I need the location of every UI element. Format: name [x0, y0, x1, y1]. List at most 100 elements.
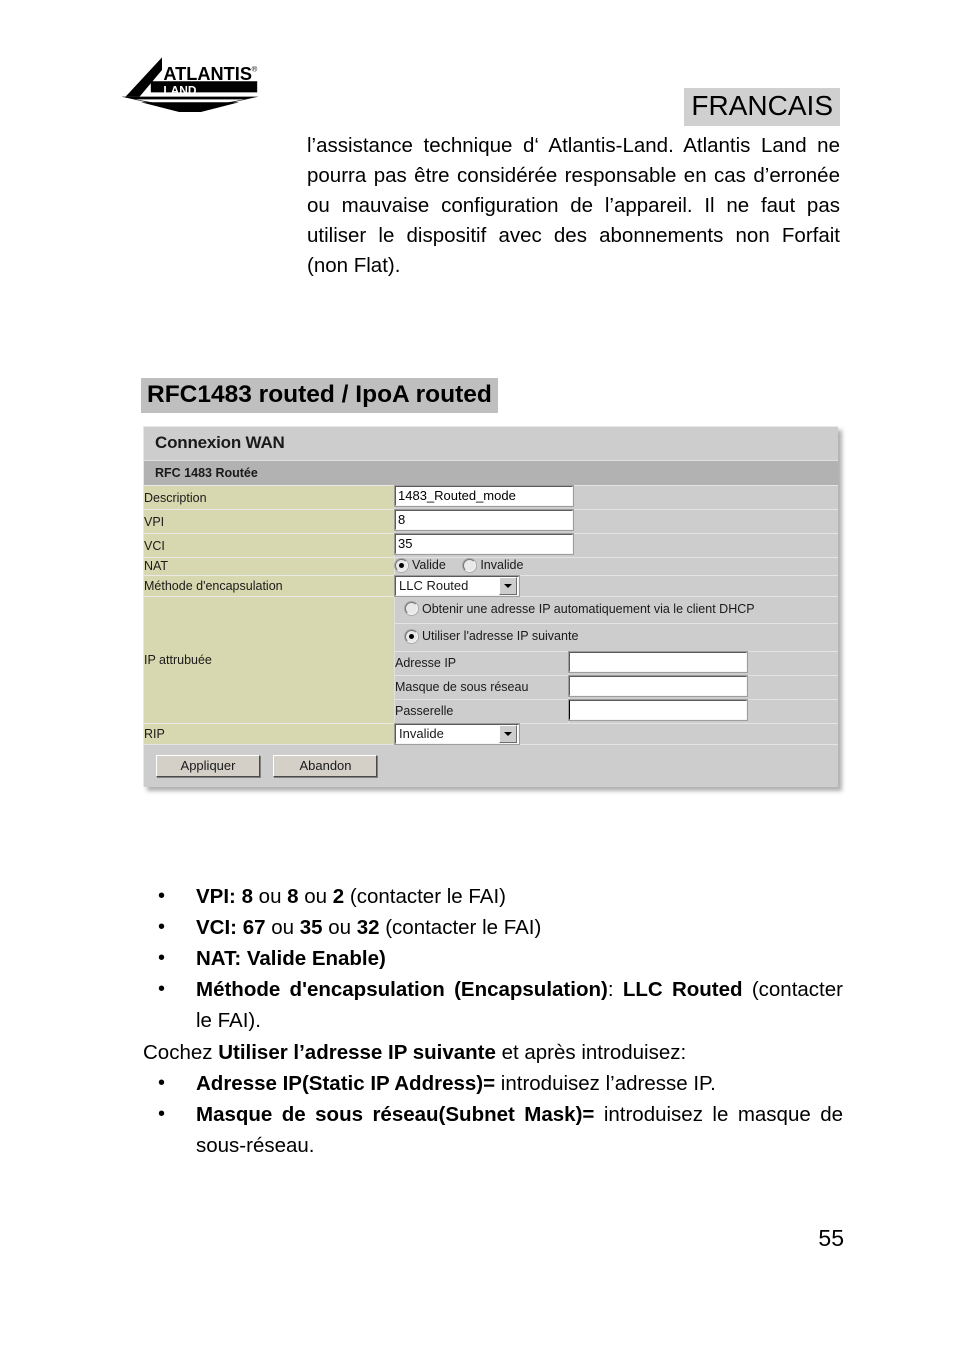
- adresse-ip-input[interactable]: [568, 650, 748, 673]
- nat-radio-valide-label: Valide: [412, 558, 446, 572]
- apply-button[interactable]: Appliquer: [156, 754, 260, 777]
- passerelle-label: Passerelle: [395, 698, 569, 723]
- cochez-lead: Cochez: [143, 1041, 219, 1064]
- vci-note-r1: ou: [265, 916, 300, 939]
- nat-value-cell: Valide Invalide: [394, 557, 838, 575]
- passerelle-input[interactable]: [568, 698, 748, 721]
- page-title: RFC1483 routed / IpoA routed: [141, 378, 498, 413]
- description-label: Description: [144, 485, 395, 510]
- radio-selected-icon: [395, 558, 408, 572]
- adresse-ip-label: Adresse IP: [395, 650, 569, 675]
- list-item-vci-text: VCI: 67 ou 35 ou 32 (contacter le FAI): [196, 912, 843, 943]
- svg-text:ATLANTIS: ATLANTIS: [163, 64, 252, 84]
- atlantis-land-logo: ATLANTIS ® LAND: [120, 56, 260, 115]
- bullet-icon: •: [158, 1103, 166, 1125]
- encap-note-bold-b: LLC Routed: [622, 978, 743, 1001]
- vpi-note-b3: 2: [332, 885, 345, 908]
- ip-radio-dhcp[interactable]: Obtenir une adresse IP automatiquement v…: [405, 602, 755, 616]
- list-item-adresse-ip: • Adresse IP(Static IP Address)= introdu…: [143, 1068, 843, 1099]
- list-item-encapsulation: • Méthode d'encapsulation (Encapsulation…: [143, 974, 843, 1036]
- list-item-nat: • NAT: Valide Enable): [143, 943, 843, 974]
- svg-text:®: ®: [252, 64, 258, 73]
- description-value-cell: 1483_Routed_mode: [394, 485, 838, 510]
- vpi-note-b2: 8: [287, 885, 299, 908]
- ip-note-bold: Adresse IP(Static IP Address)=: [196, 1072, 496, 1095]
- ip-note-plain: introduisez l’adresse IP.: [495, 1072, 716, 1095]
- page-number: 55: [818, 1225, 844, 1251]
- ip-radio-static-label: Utiliser l'adresse IP suivante: [422, 629, 579, 643]
- list-item-adresse-ip-text: Adresse IP(Static IP Address)= introduis…: [196, 1068, 843, 1099]
- vci-note-b2: 35: [299, 916, 323, 939]
- nat-label: NAT: [144, 557, 395, 575]
- list-item-vci: • VCI: 67 ou 35 ou 32 (contacter le FAI): [143, 912, 843, 943]
- intro-paragraph: l’assistance technique d‘ Atlantis-Land.…: [307, 134, 840, 277]
- radio-unselected-icon: [463, 558, 477, 572]
- bullet-icon: •: [158, 978, 166, 1000]
- description-input[interactable]: 1483_Routed_mode: [394, 485, 574, 507]
- cochez-tail: et après introduisez:: [495, 1041, 687, 1064]
- cancel-button[interactable]: Abandon: [273, 754, 378, 777]
- encap-note-bold-a: Méthode d'encapsulation (Encapsulation): [196, 978, 608, 1001]
- chevron-down-icon[interactable]: [499, 724, 517, 743]
- table-row-rip: RIP Invalide: [144, 722, 838, 745]
- passerelle-value-cell: [568, 698, 838, 723]
- panel-title: Connexion WAN: [144, 427, 838, 460]
- masque-input[interactable]: [568, 674, 748, 697]
- encapsulation-select[interactable]: LLC Routed: [394, 574, 520, 597]
- ip-radio-static[interactable]: Utiliser l'adresse IP suivante: [405, 629, 578, 643]
- vpi-input[interactable]: 8: [394, 509, 574, 531]
- table-row-vpi: VPI 8: [144, 509, 838, 534]
- table-row-ip-assigned: IP attrubuée Obtenir une adresse IP auto…: [144, 595, 838, 723]
- vpi-note-bold: VPI: 8: [196, 885, 253, 908]
- nat-note-bold: NAT: Valide Enable): [196, 947, 386, 970]
- list-item-masque: • Masque de sous réseau(Subnet Mask)= in…: [143, 1099, 843, 1161]
- static-ip-fields-table: Adresse IP Masque de sous réseau Passere…: [395, 650, 838, 723]
- vci-note-r3: (contacter le FAI): [379, 916, 542, 939]
- encap-note-plain-a: :: [607, 978, 623, 1001]
- nat-radio-invalide[interactable]: Invalide: [463, 558, 523, 572]
- radio-selected-icon: [405, 629, 418, 643]
- list-item-vpi: • VPI: 8 ou 8 ou 2 (contacter le FAI): [143, 881, 843, 912]
- radio-unselected-icon: [405, 602, 418, 615]
- bullet-icon: •: [158, 885, 166, 907]
- bullet-icon: •: [158, 916, 166, 938]
- ip-static-radio-row: Utiliser l'adresse IP suivante: [395, 623, 838, 651]
- list-item-nat-text: NAT: Valide Enable): [196, 943, 843, 974]
- mask-note-bold: Masque de sous réseau(Subnet Mask)=: [196, 1103, 595, 1126]
- nat-radio-valide[interactable]: Valide: [395, 558, 446, 572]
- masque-label: Masque de sous réseau: [395, 674, 569, 699]
- nat-radio-invalide-label: Invalide: [480, 558, 524, 572]
- table-row-masque: Masque de sous réseau: [395, 674, 838, 699]
- wan-settings-table: Description 1483_Routed_mode VPI 8 VCI 3…: [144, 485, 838, 745]
- ip-assigned-label: IP attrubuée: [144, 595, 395, 723]
- ip-assigned-value-cell: Obtenir une adresse IP automatiquement v…: [394, 595, 838, 723]
- bullet-icon: •: [158, 947, 166, 969]
- vpi-label: VPI: [144, 509, 395, 534]
- panel-button-bar: Appliquer Abandon: [144, 743, 838, 787]
- ip-radio-dhcp-label: Obtenir une adresse IP automatiquement v…: [422, 601, 755, 616]
- encapsulation-value-cell: LLC Routed: [394, 574, 838, 597]
- masque-value-cell: [568, 674, 838, 699]
- adresse-ip-value-cell: [568, 650, 838, 675]
- language-badge: FRANCAIS: [684, 88, 840, 126]
- list-item-vpi-text: VPI: 8 ou 8 ou 2 (contacter le FAI): [196, 881, 843, 912]
- vci-note-bold: VCI: 67: [196, 916, 266, 939]
- ip-dhcp-radio-row: Obtenir une adresse IP automatiquement v…: [395, 597, 838, 624]
- notes-list: • VPI: 8 ou 8 ou 2 (contacter le FAI) • …: [143, 881, 843, 1161]
- rip-select[interactable]: Invalide: [394, 722, 520, 745]
- vci-note-b3: 32: [356, 916, 380, 939]
- list-item-masque-text: Masque de sous réseau(Subnet Mask)= intr…: [196, 1099, 843, 1161]
- table-row-description: Description 1483_Routed_mode: [144, 485, 838, 510]
- cochez-line: Cochez Utiliser l’adresse IP suivante et…: [143, 1037, 843, 1068]
- svg-text:LAND: LAND: [163, 84, 196, 98]
- table-row-adresse-ip: Adresse IP: [395, 650, 838, 675]
- logo-icon: ATLANTIS ® LAND: [121, 57, 259, 115]
- table-row-vci: VCI 35: [144, 533, 838, 558]
- panel-subtitle: RFC 1483 Routée: [144, 460, 838, 485]
- vci-input[interactable]: 35: [394, 533, 574, 555]
- chevron-down-icon[interactable]: [499, 576, 517, 595]
- table-row-nat: NAT Valide Invalide: [144, 557, 838, 575]
- vci-label: VCI: [144, 533, 395, 558]
- table-row-encapsulation: Méthode d'encapsulation LLC Routed: [144, 574, 838, 597]
- cochez-bold: Utiliser l’adresse IP suivante: [218, 1041, 496, 1064]
